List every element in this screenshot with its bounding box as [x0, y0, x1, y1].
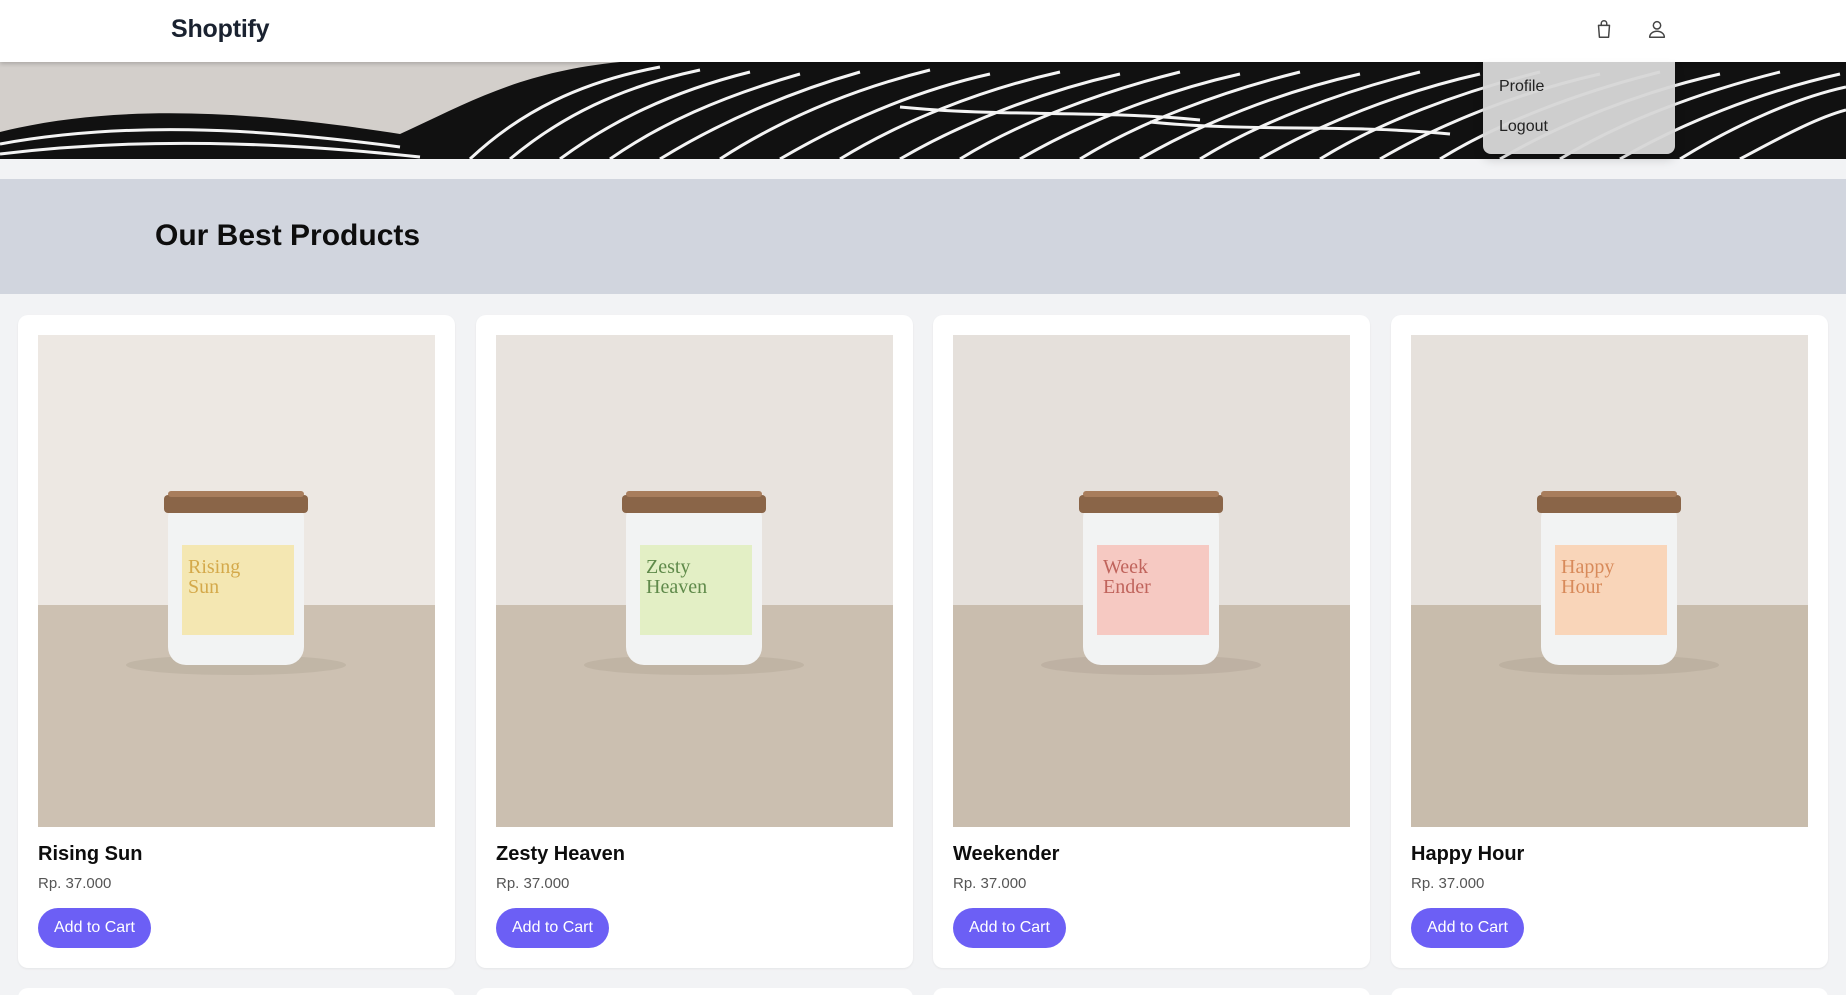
user-icon[interactable]	[1644, 16, 1670, 42]
candle-label-text: Happy	[1561, 556, 1614, 578]
product-image[interactable]: Zesty Heaven	[496, 335, 893, 827]
product-card-partial	[1391, 988, 1828, 995]
brand-logo[interactable]: Shoptify	[171, 15, 270, 44]
product-price: Rp. 37.000	[1411, 875, 1485, 892]
product-card: Week Ender Weekender Rp. 37.000 Add to C…	[933, 315, 1370, 968]
product-name[interactable]: Happy Hour	[1411, 843, 1524, 866]
menu-item-profile[interactable]: Profile	[1499, 78, 1544, 96]
product-card-partial	[18, 988, 455, 995]
candle-label-text: Heaven	[646, 576, 707, 598]
candle-label-text: Hour	[1561, 576, 1602, 598]
product-name[interactable]: Zesty Heaven	[496, 843, 625, 866]
candle-label-text: Rising	[188, 556, 240, 578]
product-image[interactable]: Week Ender	[953, 335, 1350, 827]
product-card: Rising Sun Rising Sun Rp. 37.000 Add to …	[18, 315, 455, 968]
product-price: Rp. 37.000	[953, 875, 1027, 892]
candle-label-text: Ender	[1103, 576, 1151, 598]
product-name[interactable]: Weekender	[953, 843, 1059, 866]
product-name[interactable]: Rising Sun	[38, 843, 142, 866]
product-card: Zesty Heaven Zesty Heaven Rp. 37.000 Add…	[476, 315, 913, 968]
product-card-partial	[933, 988, 1370, 995]
product-image[interactable]: Rising Sun	[38, 335, 435, 827]
candle-label-text: Zesty	[646, 556, 690, 578]
section-title: Our Best Products	[155, 219, 421, 252]
product-card-partial	[476, 988, 913, 995]
candle-label-text: Week	[1103, 556, 1148, 578]
add-to-cart-button[interactable]: Add to Cart	[496, 908, 609, 948]
top-navbar: Shoptify	[0, 0, 1846, 62]
product-price: Rp. 37.000	[38, 875, 112, 892]
candle-label-text: Sun	[188, 576, 219, 598]
product-image[interactable]: Happy Hour	[1411, 335, 1808, 827]
add-to-cart-button[interactable]: Add to Cart	[1411, 908, 1524, 948]
section-header: Our Best Products	[0, 179, 1846, 294]
product-price: Rp. 37.000	[496, 875, 570, 892]
add-to-cart-button[interactable]: Add to Cart	[953, 908, 1066, 948]
add-to-cart-button[interactable]: Add to Cart	[38, 908, 151, 948]
menu-item-logout[interactable]: Logout	[1499, 118, 1548, 136]
product-card: Happy Hour Happy Hour Rp. 37.000 Add to …	[1391, 315, 1828, 968]
shopping-bag-icon[interactable]	[1591, 16, 1617, 42]
user-dropdown-menu: Profile Logout	[1483, 62, 1675, 154]
